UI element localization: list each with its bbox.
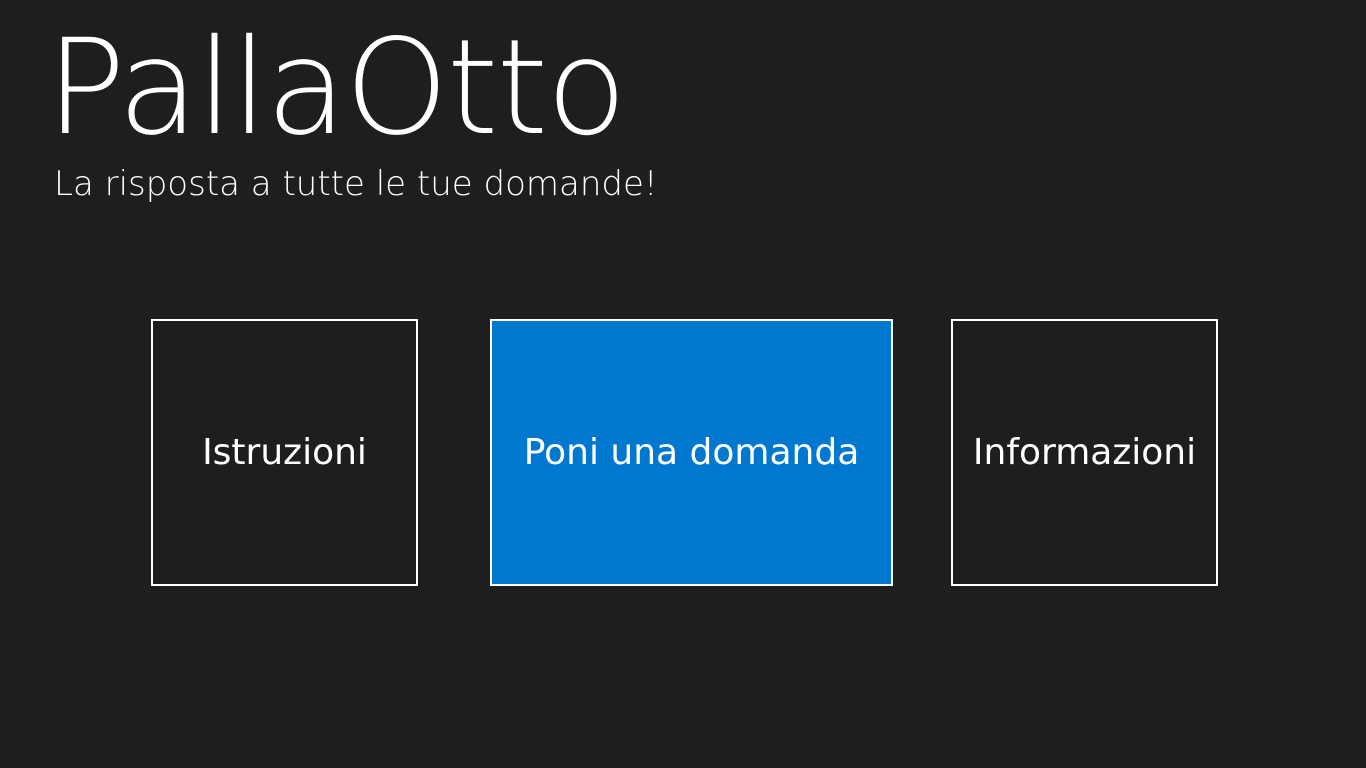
informazioni-button[interactable]: Informazioni <box>951 319 1218 586</box>
poni-una-domanda-button[interactable]: Poni una domanda <box>490 319 893 586</box>
poni-una-domanda-label: Poni una domanda <box>523 432 860 473</box>
istruzioni-label: Istruzioni <box>202 432 367 473</box>
app-subtitle: La risposta a tutte le tue domande! <box>54 164 658 204</box>
informazioni-label: Informazioni <box>972 432 1197 473</box>
istruzioni-button[interactable]: Istruzioni <box>151 319 418 586</box>
app-title: PallaOtto <box>46 11 627 165</box>
